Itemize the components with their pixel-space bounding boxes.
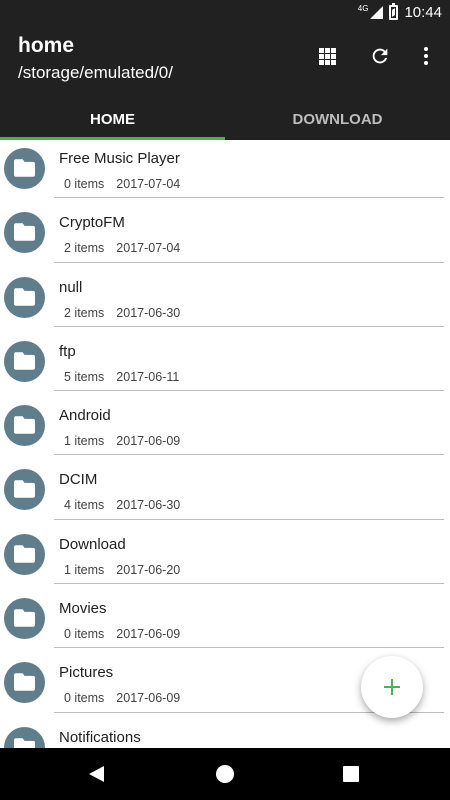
folder-icon [4, 726, 45, 748]
clock: 10:44 [404, 3, 442, 21]
folder-icon [4, 340, 45, 382]
list-item[interactable]: DCIM 4 items 2017-06-30 [0, 461, 450, 525]
refresh-button[interactable] [366, 42, 394, 70]
list-item[interactable]: Android 1 items 2017-06-09 [0, 397, 450, 461]
recents-icon[interactable] [343, 766, 359, 782]
folder-icon [4, 148, 45, 189]
folder-name: Movies [59, 600, 107, 618]
divider [54, 197, 444, 199]
status-bar: 4G 10:44 [0, 0, 450, 24]
folder-name: CryptoFM [59, 214, 125, 232]
folder-meta: 1 items 2017-06-20 [64, 563, 180, 577]
back-icon[interactable] [89, 766, 104, 782]
app-bar: home /storage/emulated/0/ HOME DOWNLOAD [0, 24, 450, 140]
item-count: 2 items [64, 305, 105, 320]
folder-meta: 0 items 2017-06-09 [64, 691, 180, 705]
folder-name: Free Music Player [59, 150, 180, 167]
divider [54, 647, 444, 649]
item-count: 1 items [64, 434, 105, 449]
list-item[interactable]: null 2 items 2017-06-30 [0, 269, 450, 333]
modified-date: 2017-06-09 [116, 691, 181, 706]
folder-icon [4, 405, 45, 447]
refresh-icon [372, 48, 388, 64]
folder-name: Pictures [59, 664, 114, 682]
divider [54, 454, 444, 456]
divider [54, 583, 444, 585]
list-item[interactable]: Download 1 items 2017-06-20 [0, 526, 450, 590]
folder-icon [4, 212, 45, 254]
modified-date: 2017-06-20 [116, 562, 181, 577]
status-icons: 4G 10:44 [358, 2, 442, 22]
folder-meta: 0 items 2017-07-04 [64, 177, 180, 191]
tab-download[interactable]: DOWNLOAD [225, 98, 450, 140]
folder-meta: 2 items 2017-07-04 [64, 241, 180, 255]
tab-home[interactable]: HOME [0, 98, 225, 140]
add-button[interactable] [361, 656, 423, 718]
modified-date: 2017-06-30 [116, 498, 181, 513]
folder-name: Android [59, 407, 111, 425]
signal-icon [370, 5, 384, 19]
system-nav-bar [0, 748, 450, 800]
folder-meta: 2 items 2017-06-30 [64, 306, 180, 320]
item-count: 4 items [64, 498, 105, 513]
modified-date: 2017-06-11 [116, 369, 180, 384]
item-count: 0 items [64, 627, 105, 642]
item-count: 1 items [64, 562, 105, 577]
current-path: /storage/emulated/0/ [18, 63, 173, 82]
page-title: home [18, 34, 75, 57]
battery-charging-icon [389, 2, 399, 20]
grid-view-button[interactable] [313, 42, 341, 70]
divider [54, 261, 444, 263]
network-type: 4G [357, 3, 369, 13]
folder-icon [4, 533, 45, 575]
folder-name: ftp [59, 342, 76, 360]
folder-icon [4, 598, 45, 640]
modified-date: 2017-07-04 [116, 241, 181, 256]
folder-icon [4, 469, 45, 511]
home-icon[interactable] [216, 765, 234, 783]
item-count: 2 items [64, 241, 105, 256]
list-item[interactable]: Free Music Player 0 items 2017-07-04 [0, 140, 450, 204]
folder-name: Notifications [59, 728, 141, 746]
list-item[interactable]: Movies 0 items 2017-06-09 [0, 590, 450, 654]
plus-icon [384, 679, 400, 695]
modified-date: 2017-06-09 [116, 434, 181, 449]
folder-meta: 4 items 2017-06-30 [64, 498, 180, 512]
item-count: 5 items [64, 369, 105, 384]
folder-name: null [59, 278, 83, 296]
divider [54, 518, 444, 520]
folder-meta: 0 items 2017-06-09 [64, 627, 180, 641]
item-count: 0 items [64, 177, 105, 191]
more-options-icon [424, 47, 428, 65]
more-options-button[interactable] [412, 42, 440, 70]
modified-date: 2017-07-04 [116, 177, 181, 191]
folder-meta: 5 items 2017-06-11 [64, 370, 179, 384]
folder-icon [4, 662, 45, 704]
list-item[interactable]: Notifications [0, 719, 450, 748]
folder-meta: 1 items 2017-06-09 [64, 434, 180, 448]
list-item[interactable]: ftp 5 items 2017-06-11 [0, 333, 450, 397]
folder-name: DCIM [59, 471, 98, 489]
modified-date: 2017-06-09 [116, 627, 181, 642]
list-item[interactable]: CryptoFM 2 items 2017-07-04 [0, 204, 450, 268]
divider [54, 325, 444, 327]
grid-view-icon [318, 47, 336, 65]
item-count: 0 items [64, 691, 105, 706]
modified-date: 2017-06-30 [116, 305, 181, 320]
folder-name: Download [59, 535, 126, 553]
divider [54, 390, 444, 392]
folder-icon [4, 276, 45, 318]
